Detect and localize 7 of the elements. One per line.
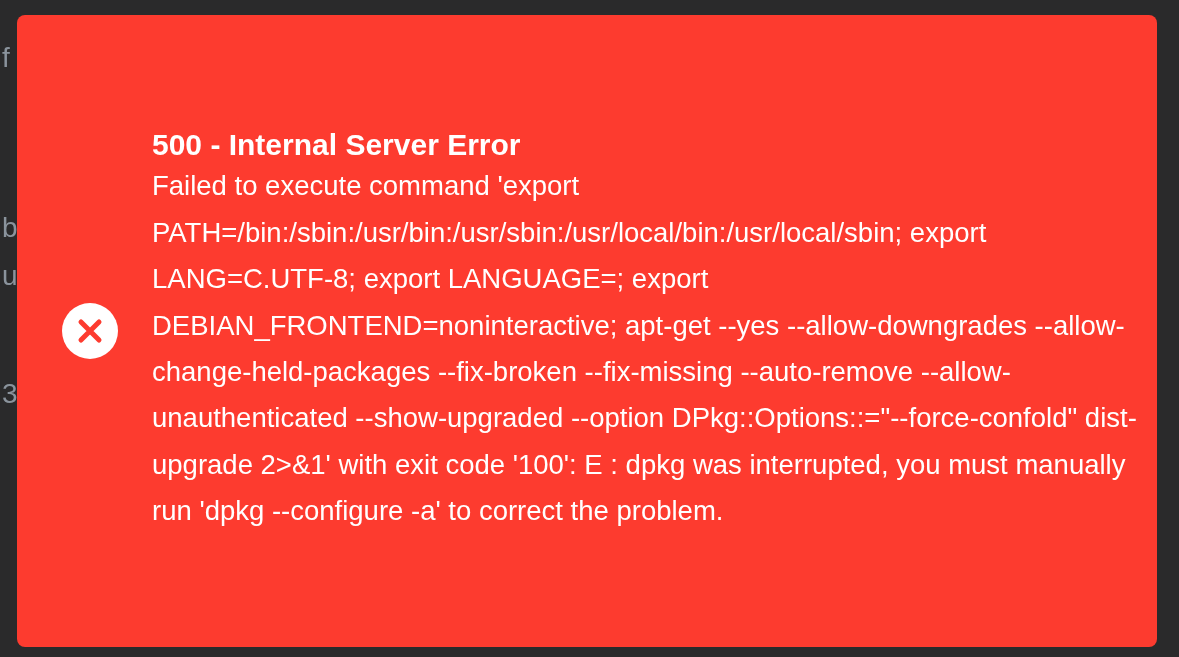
background-text: 3 bbox=[2, 378, 18, 410]
background-text: f bbox=[2, 42, 10, 74]
toast-title: 500 - Internal Server Error bbox=[152, 127, 522, 164]
background-text: b bbox=[2, 212, 18, 244]
error-icon bbox=[62, 303, 118, 359]
toast-message: Failed to execute command 'export PATH=/bin:/sbin:/usr/bin:/usr/sbin:/usr/local/bin:/usr/local/sbin; export LANG=C.UTF-8; export LANGUAGE=; export DEBIAN_FRONTEND=noninteractive; apt-get --yes --allow-downgrades --allow-change-held-packages --fix-broken --fix-missing --auto-remove --allow-unauthenticated --show-upgraded --option DPkg::Options::="--force-confold" dist-upgrade 2>&1' with exit code '100': E : dpkg was interrupted, you must manually run 'dpkg --configure -a' to correct the problem. bbox=[152, 169, 1138, 529]
background-text: u bbox=[2, 260, 18, 292]
